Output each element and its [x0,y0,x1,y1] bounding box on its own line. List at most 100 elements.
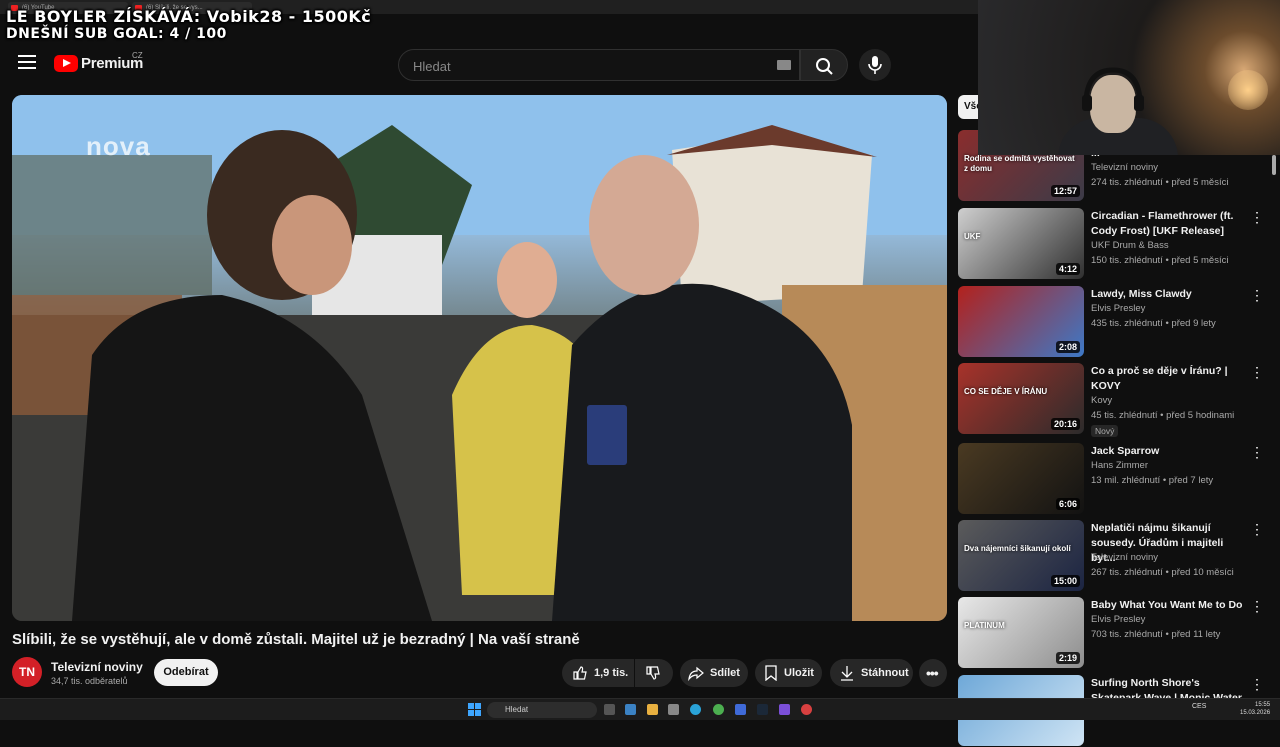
voice-search-button[interactable] [859,49,891,81]
channel-avatar[interactable]: TN [12,657,42,687]
like-button[interactable]: 1,9 tis. [562,659,634,687]
donation-text: LE BOYLER ZÍSKÁVÁ: Vobik28 - 1500Kč [6,7,372,26]
recommended-channel[interactable]: Televizní noviny [1091,162,1158,173]
recommended-video[interactable]: CO SE DĚJE V ÍRÁNU 20:16 Co a proč se děje… [958,363,1268,437]
recommended-channel[interactable]: Televizní noviny [1091,552,1158,563]
video-duration: 4:12 [1055,263,1080,275]
download-icon [841,666,853,681]
edge-icon[interactable] [690,704,701,715]
recommended-video-title[interactable]: Baby What You Want Me to Do [1091,598,1243,613]
video-duration: 6:06 [1055,498,1080,510]
more-vertical-icon[interactable]: ⋮ [1250,445,1264,459]
video-thumbnail[interactable]: 2:08 [958,286,1084,357]
save-button[interactable]: Uložit [755,659,822,687]
recommended-video[interactable]: 6:06 Jack Sparrow Hans Zimmer 13 mil. zhléd… [958,443,1268,515]
headphones-icon [1082,67,1144,111]
youtube-logo-icon [54,55,78,72]
sub-goal-text: DNEŠNÍ SUB GOAL: 4 / 100 [6,26,227,42]
more-vertical-icon[interactable]: ⋮ [1250,365,1264,379]
discord-icon[interactable] [779,704,790,715]
nova-watermark: nova [86,131,151,161]
recommended-channel[interactable]: Kovy [1091,395,1112,406]
video-title: Slíbili, že se vystěhují, ale v domě zůs… [12,631,580,648]
youtube-premium-logo[interactable]: Premium CZ [54,51,143,72]
share-label: Sdílet [710,667,740,679]
dislike-button[interactable] [635,659,673,687]
country-code: CZ [132,51,143,60]
save-label: Uložit [784,667,814,679]
system-clock[interactable]: 15:55 15.03.2026 [1240,701,1270,717]
video-thumbnail[interactable]: 6:06 [958,443,1084,514]
recommended-meta: 274 tis. zhlédnutí • před 5 měsíci [1091,177,1229,188]
recommended-meta: 13 mil. zhlédnutí • před 7 lety [1091,475,1214,486]
recommended-meta: 435 tis. zhlédnutí • před 9 lety [1091,318,1216,329]
clock-time: 15:55 [1255,702,1271,708]
new-badge: Nový [1091,425,1119,437]
file-explorer-icon[interactable] [647,704,658,715]
filter-chip-all[interactable]: Vše [958,95,980,119]
more-vertical-icon[interactable]: ⋮ [1250,677,1264,691]
sidebar-scrollbar[interactable] [1272,95,1278,695]
recommended-video-title[interactable]: Co a proč se děje v Íránu? | KOVY [1091,364,1243,394]
video-frame [12,95,947,621]
video-duration: 15:00 [1050,575,1080,587]
video-thumbnail[interactable]: CO SE DĚJE V ÍRÁNU 20:16 [958,363,1084,434]
thumbnail-text: CO SE DĚJE V ÍRÁNU [964,387,1048,396]
recommended-video[interactable]: PLATINUM 2:19 Baby What You Want Me to Do E… [958,597,1268,669]
more-vertical-icon[interactable]: ⋮ [1250,599,1264,613]
recommended-video[interactable]: 2:08 Lawdy, Miss Clawdy Elvis Presley 435 t… [958,286,1268,358]
video-thumbnail[interactable]: UKF 4:12 [958,208,1084,279]
recommended-meta: 45 tis. zhlédnutí • před 5 hodinami [1091,410,1235,421]
menu-icon[interactable] [18,55,36,71]
subscribe-button[interactable]: Odebírat [154,659,218,686]
more-vertical-icon[interactable]: ⋮ [1250,522,1264,536]
microphone-icon [868,56,882,74]
chrome-icon[interactable] [713,704,724,715]
search-button[interactable] [800,49,848,81]
recommended-channel[interactable]: Elvis Presley [1091,614,1145,625]
steam-icon[interactable] [757,704,768,715]
recommended-video-title[interactable]: Lawdy, Miss Clawdy [1091,287,1243,302]
download-label: Stáhnout [861,667,909,679]
recommended-video-title[interactable]: Circadian - Flamethrower (ft. Cody Frost… [1091,209,1243,239]
masthead: Premium CZ [0,40,978,90]
windows-start-icon[interactable] [468,703,481,716]
stream-overlay: LE BOYLER ZÍSKÁVÁ: Vobik28 - 1500Kč DNEŠ… [6,7,372,43]
search-box [398,49,800,81]
recommended-channel[interactable]: UKF Drum & Bass [1091,240,1169,251]
video-thumbnail[interactable]: Dva nájemníci šikanují okolí 15:00 [958,520,1084,591]
share-icon [688,666,704,681]
clock-date: 15.03.2026 [1240,710,1271,716]
bookmark-icon [765,665,777,681]
recommended-video-title[interactable]: Jack Sparrow [1091,444,1243,459]
widgets-icon[interactable] [625,704,636,715]
more-vertical-icon[interactable]: ⋮ [1250,210,1264,224]
task-view-icon[interactable] [604,704,615,715]
recommended-channel[interactable]: Elvis Presley [1091,303,1145,314]
recommended-video[interactable]: Dva nájemníci šikanují okolí 15:00 Neplati… [958,520,1268,592]
video-thumbnail[interactable]: PLATINUM 2:19 [958,597,1084,668]
thumbnail-text: PLATINUM [964,621,1005,630]
store-icon[interactable] [668,704,679,715]
video-player[interactable]: nova [12,95,947,621]
more-actions-button[interactable]: ••• [919,659,947,687]
windows-taskbar: Hledat CES 15:55 15.03.2026 [0,698,1280,720]
vscode-icon[interactable] [735,704,746,715]
search-input[interactable] [411,58,751,75]
subscriber-count: 34,7 tis. odběratelů [51,676,128,686]
video-duration: 2:08 [1055,341,1080,353]
thumbnail-text: UKF [964,232,981,241]
taskbar-search[interactable]: Hledat [487,702,597,718]
recommended-video[interactable]: UKF 4:12 Circadian - Flamethrower (ft. Cod… [958,208,1268,280]
share-button[interactable]: Sdílet [680,659,748,687]
thumbs-up-icon [573,666,587,680]
keyboard-icon[interactable] [777,60,791,70]
obs-icon[interactable] [801,704,812,715]
video-duration: 20:16 [1050,418,1080,430]
recommended-channel[interactable]: Hans Zimmer [1091,460,1148,471]
language-indicator[interactable]: CES [1192,703,1206,710]
more-vertical-icon[interactable]: ⋮ [1250,288,1264,302]
download-button[interactable]: Stáhnout [830,659,913,687]
channel-name[interactable]: Televizní noviny [51,660,143,674]
video-duration: 12:57 [1050,185,1080,197]
